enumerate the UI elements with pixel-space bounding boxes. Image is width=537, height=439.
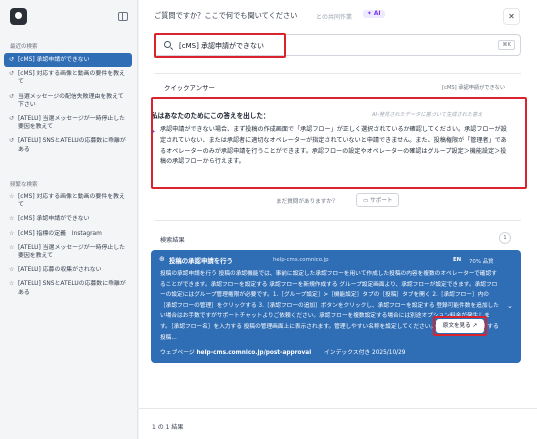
history-icon: ↺ [9,56,15,63]
frequent-search-label: [cMS] 指標の定義 Instagram [18,230,102,237]
followup-question: まだ質問がありますか？ [276,199,338,205]
sparkle-icon: ✦ [367,11,372,17]
divider [139,408,537,409]
frequent-search-item[interactable]: ☆ [cMS] 対応する画像と動画の要件を教えて [4,190,132,212]
close-button[interactable]: ✕ [503,8,520,25]
recent-search-label: [ATELU] SNSとATELUの応募数に乖離がある [18,138,126,153]
highlight-frame-search [154,33,286,58]
recent-search-label: [cMS] 対応する画像と動画の要件を教えて [18,71,125,86]
star-icon: ☆ [9,243,15,251]
prompt-text: ご質問ですか？ここで何でも聞いてください [154,11,298,20]
chat-icon: ▭ [363,198,369,204]
recent-search-item[interactable]: ↺ [ATELU] SNSとATELUの応募数に乖離がある [4,134,132,156]
frequent-search-item[interactable]: ☆ [ATELU] SNSとATELUの応募数に乖離がある [4,277,132,299]
recent-search-item[interactable]: ↺ 当選メッセージの配信失敗理由を教えて下さい [4,90,132,112]
keyboard-shortcut: ⌘K [498,40,515,50]
result-quality: 70% 品質 [469,259,494,265]
support-button-label: サポート [370,198,393,204]
recent-search-item[interactable]: ↺ [ATELU] 当選メッセージが一時停止した要因を教えて [4,112,132,134]
main-panel: ご質問ですか？ここで何でも聞いてください との共同作業 ✦ AI ✕ [cMS]… [139,0,537,439]
recent-search-item[interactable]: ↺ [cMS] 対応する画像と動画の要件を教えて [4,67,132,89]
app-logo [10,8,27,25]
support-button[interactable]: ▭ サポート [356,193,400,207]
result-source-prefix: ウェブページ [160,350,195,356]
result-indexed-date: インデックス付き 2025/10/29 [324,350,406,356]
frequent-searches-list: ☆ [cMS] 対応する画像と動画の要件を教えて ☆ [cMS] 承認申請ができない… [4,190,132,300]
recent-searches-list: ↺ [cMS] 承認申請ができない ↺ [cMS] 対応する画像と動画の要件を教えて… [4,53,132,157]
frequent-search-item[interactable]: ☆ [ATELU] 当選メッセージが一時停止した要因を教えて [4,241,132,263]
chevron-down-icon[interactable]: ⌄ [507,302,513,310]
recent-searches-label: 最近の検索 [10,44,38,50]
history-icon: ↺ [9,70,15,78]
result-title[interactable]: 投稿の承認申請を行う [169,256,233,265]
history-icon: ↺ [9,137,15,145]
recent-search-label: 当選メッセージの配信失敗理由を教えて下さい [18,93,124,108]
star-icon: ☆ [9,280,15,288]
star-icon: ☆ [9,215,15,223]
recent-search-label: [ATELU] 当選メッセージが一時停止した要因を教えて [18,116,126,131]
sidebar-collapse-icon[interactable] [118,12,128,21]
divider [154,220,521,221]
close-icon: ✕ [508,12,515,21]
result-card[interactable]: ⊕ 投稿の承認申請を行う help-cms.comnico.jp EN 70% … [151,250,521,363]
ai-badge: ✦ AI [363,10,385,18]
result-count-text: 1 の 1 結果 [152,424,184,431]
quick-answer-title: クイックアンサー [164,84,215,92]
frequent-searches-label: 频繁な検索 [10,182,38,188]
recent-search-item[interactable]: ↺ [cMS] 承認申請ができない [4,53,132,68]
frequent-search-item[interactable]: ☆ [ATELU] 応募の収集がされない [4,263,132,277]
highlight-frame-source-button [433,316,487,336]
frequent-search-label: [ATELU] 当選メッセージが一時停止した要因を教えて [18,244,126,260]
ai-badge-label: AI [373,11,381,17]
result-source: ウェブページ help-cms.comnico.jp/post-approval [160,347,311,356]
result-language: EN [453,257,462,263]
globe-icon: ⊕ [159,255,165,263]
result-source-url[interactable]: help-cms.comnico.jp/post-approval [197,350,312,356]
frequent-search-label: [ATELU] SNSとATELUの応募数に乖離がある [18,281,126,296]
quick-answer-tag: [cMS] 承認申請ができない [442,85,506,91]
results-count-badge: 1 [499,232,511,244]
frequent-search-label: [ATELU] 応募の収集がされない [18,267,102,274]
sidebar: 最近の検索 ↺ [cMS] 承認申請ができない ↺ [cMS] 対応する画像と動画の… [0,0,138,439]
star-icon: ☆ [9,193,15,200]
highlight-frame-answer [151,97,527,189]
frequent-search-label: [cMS] 対応する画像と動画の要件を教えて [18,194,125,209]
divider [154,73,521,74]
history-icon: ↺ [9,115,15,123]
star-icon: ☆ [9,229,15,237]
frequent-search-item[interactable]: ☆ [cMS] 承認申請ができない [4,212,132,226]
shared-label: との共同作業 [316,14,352,21]
top-bar: ご質問ですか？ここで何でも聞いてください との共同作業 ✦ AI ✕ [139,0,537,30]
results-label: 検索結果 [160,237,185,244]
history-icon: ↺ [9,92,15,100]
result-url[interactable]: help-cms.comnico.jp [273,257,329,263]
frequent-search-label: [cMS] 承認申請ができない [18,216,90,223]
recent-search-label: [cMS] 承認申請ができない [18,57,90,63]
star-icon: ☆ [9,266,15,274]
frequent-search-item[interactable]: ☆ [cMS] 指標の定義 Instagram [4,227,132,241]
